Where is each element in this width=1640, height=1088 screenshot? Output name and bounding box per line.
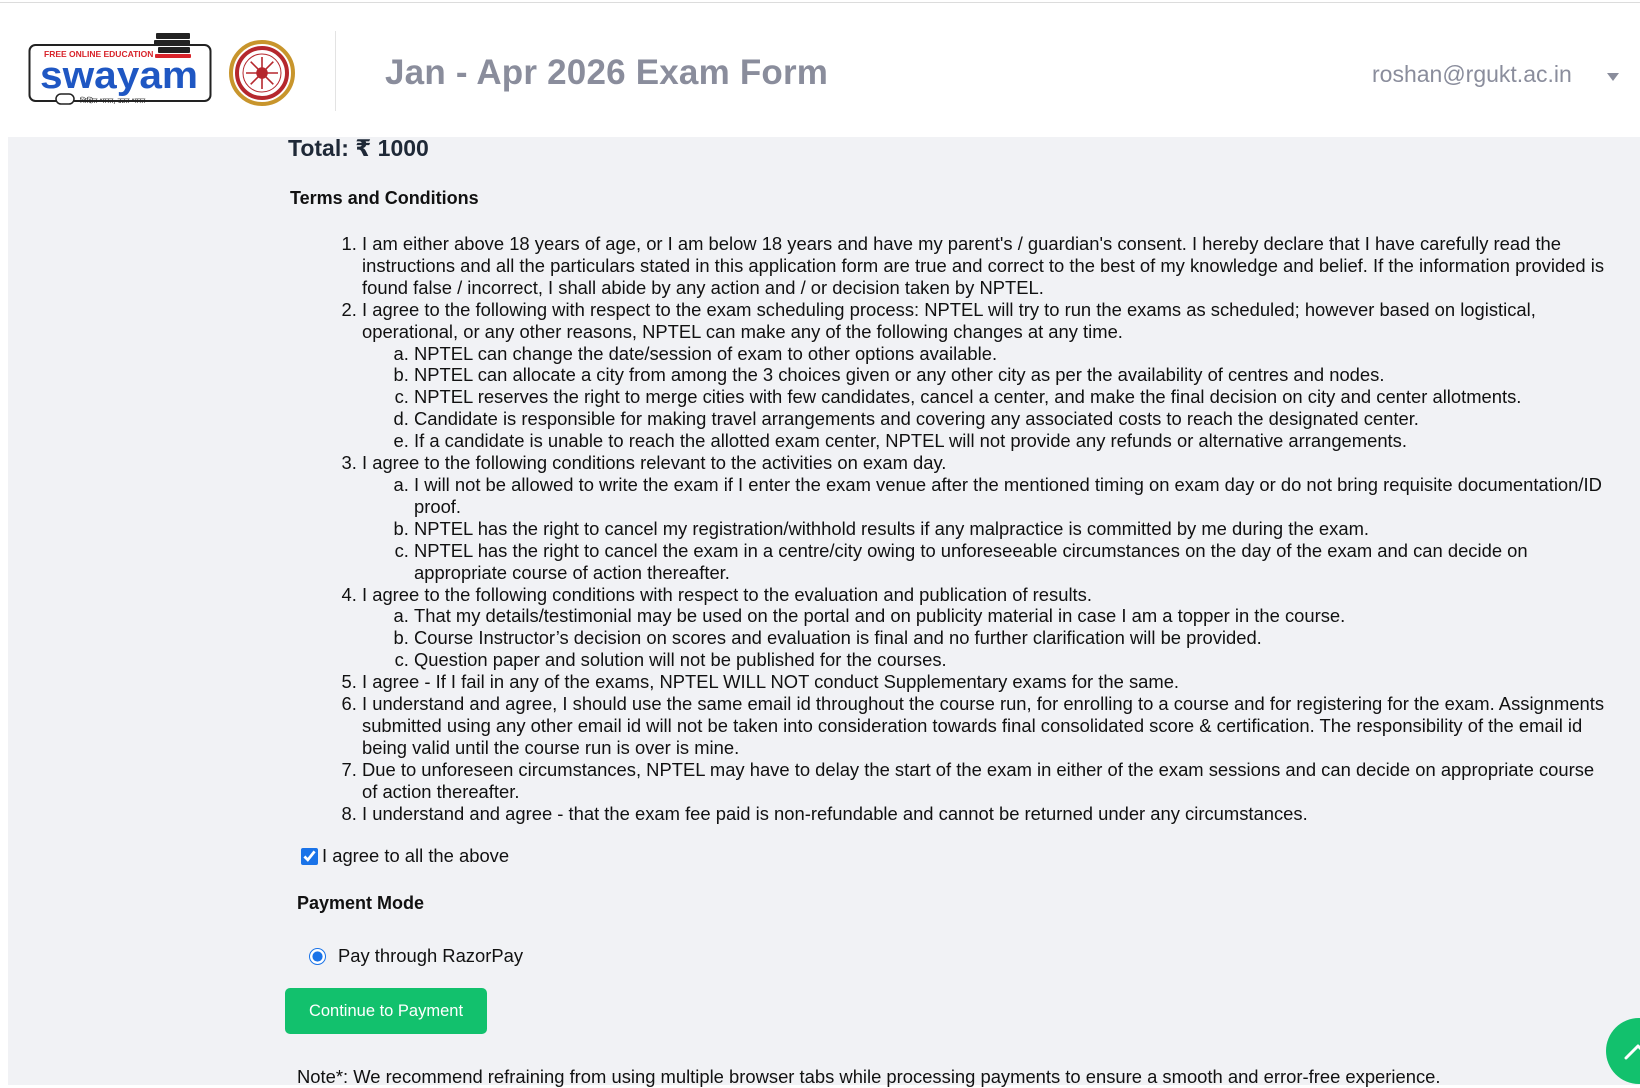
terms-subitem: NPTEL can allocate a city from among the…: [414, 364, 1612, 386]
agree-checkbox[interactable]: [301, 847, 318, 865]
terms-subitem: NPTEL reserves the right to merge cities…: [414, 386, 1612, 408]
terms-subitem: NPTEL can change the date/session of exa…: [414, 343, 1612, 365]
terms-item: I understand and agree - that the exam f…: [362, 803, 1612, 825]
page-title: Jan - Apr 2026 Exam Form: [385, 53, 829, 92]
razorpay-radio[interactable]: [309, 947, 326, 965]
payment-mode-heading: Payment Mode: [297, 893, 425, 913]
terms-subitem: I will not be allowed to write the exam …: [414, 474, 1612, 518]
terms-item-text: I agree to the following with respect to…: [362, 298, 1536, 342]
page-header: FREE ONLINE EDUCATION swayam शिक्षित भार…: [0, 3, 1640, 137]
terms-subitem: Candidate is responsible for making trav…: [414, 408, 1612, 430]
terms-subitem: Course Instructor’s decision on scores a…: [414, 627, 1612, 649]
terms-item-text: I agree - If I fail in any of the exams,…: [362, 671, 1180, 693]
caret-down-icon[interactable]: [1607, 73, 1619, 81]
terms-subitem: Question paper and solution will not be …: [414, 649, 1612, 671]
user-menu-email[interactable]: roshan@rgukt.ac.in: [1372, 61, 1572, 88]
terms-item: Due to unforeseen circumstances, NPTEL m…: [362, 759, 1612, 803]
terms-item-text: I am either above 18 years of age, or I …: [362, 233, 1605, 298]
terms-heading: Terms and Conditions: [290, 188, 479, 208]
payment-option-row[interactable]: Pay through RazorPay: [309, 945, 523, 967]
continue-to-payment-button[interactable]: Continue to Payment: [285, 988, 487, 1034]
terms-item: I agree to the following conditions with…: [362, 584, 1612, 672]
logo-wordmark: swayam: [40, 55, 198, 97]
terms-subitem: If a candidate is unable to reach the al…: [414, 430, 1612, 452]
agree-label: I agree to all the above: [322, 845, 510, 866]
terms-sublist: That my details/testimonial may be used …: [362, 605, 1612, 671]
chakra-icon: [246, 57, 278, 89]
terms-subitem: NPTEL has the right to cancel the exam i…: [414, 540, 1612, 584]
mouse-icon: [55, 93, 75, 105]
swayam-logo[interactable]: FREE ONLINE EDUCATION swayam शिक्षित भार…: [28, 30, 220, 110]
institute-seal-logo[interactable]: [228, 39, 296, 107]
terms-item-text: I agree to the following conditions rele…: [362, 452, 947, 474]
terms-item-text: I understand and agree - that the exam f…: [362, 802, 1308, 824]
terms-subitem: NPTEL has the right to cancel my registr…: [414, 518, 1612, 540]
terms-item-text: I understand and agree, I should use the…: [362, 693, 1605, 758]
terms-item: I agree to the following conditions rele…: [362, 452, 1612, 583]
terms-sublist: NPTEL can change the date/session of exa…: [362, 343, 1612, 453]
terms-item: I agree to the following with respect to…: [362, 299, 1612, 452]
terms-subitem: That my details/testimonial may be used …: [414, 605, 1612, 627]
header-divider: [335, 31, 336, 111]
terms-list: I am either above 18 years of age, or I …: [362, 233, 1612, 824]
terms-item-text: Due to unforeseen circumstances, NPTEL m…: [362, 758, 1595, 802]
total-amount: Total: ₹ 1000: [288, 135, 429, 161]
terms-item: I agree - If I fail in any of the exams,…: [362, 671, 1612, 693]
chevron-up-icon: [1624, 1044, 1640, 1060]
razorpay-label: Pay through RazorPay: [338, 945, 524, 966]
agree-checkbox-row[interactable]: I agree to all the above: [301, 845, 509, 867]
terms-item-text: I agree to the following conditions with…: [362, 583, 1092, 605]
terms-sublist: I will not be allowed to write the exam …: [362, 474, 1612, 584]
logo-hindi-tagline: शिक्षित भारत, उन्नत भारत: [80, 96, 146, 105]
terms-item: I am either above 18 years of age, or I …: [362, 233, 1612, 299]
terms-item: I understand and agree, I should use the…: [362, 693, 1612, 759]
